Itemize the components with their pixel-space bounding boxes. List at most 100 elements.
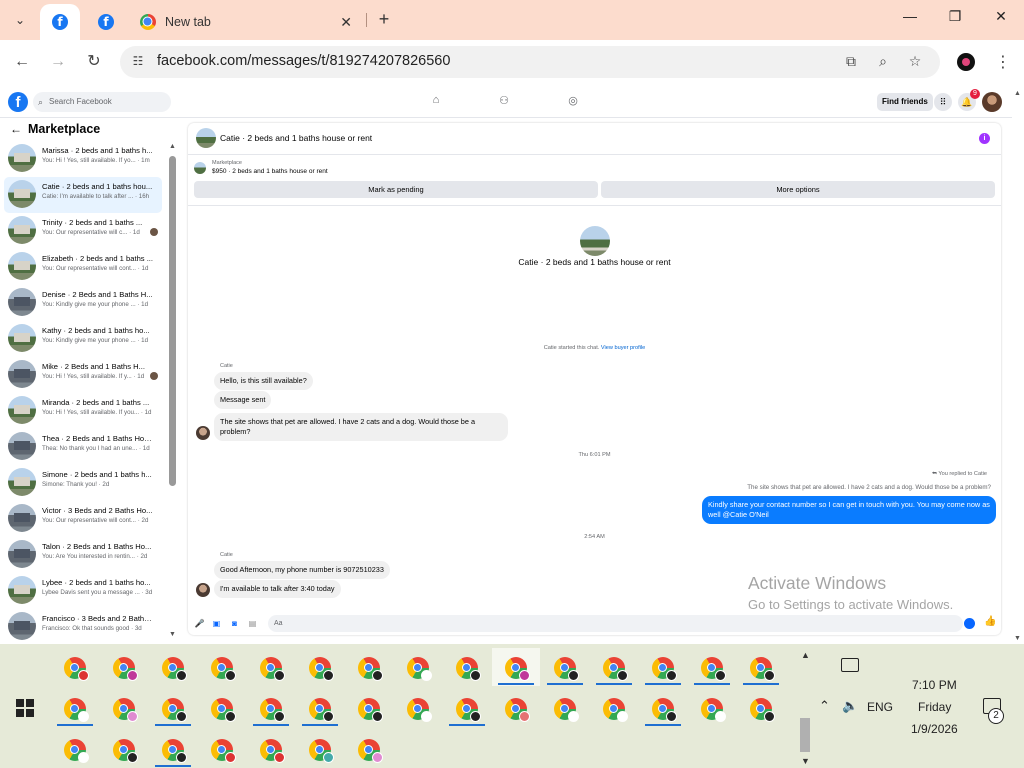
conversation-item[interactable]: Lybee · 2 beds and 1 baths ho... Lybee Da… — [4, 573, 162, 609]
page-scrollbar[interactable]: ▲ ▼ — [1012, 84, 1024, 644]
chrome-taskbar-icon[interactable] — [100, 689, 148, 727]
chrome-taskbar-icon[interactable] — [590, 648, 638, 686]
more-options-button[interactable]: More options — [601, 181, 995, 198]
taskbar-scroll-thumb[interactable] — [800, 718, 810, 752]
scroll-down-icon[interactable]: ▼ — [1014, 635, 1021, 642]
find-friends-button[interactable]: Find friends — [877, 93, 933, 111]
incoming-message[interactable]: Hello, is this still available? — [214, 372, 313, 390]
conversation-item[interactable]: Thea · 2 Beds and 1 Baths Hou... Thea: No… — [4, 429, 162, 465]
chrome-taskbar-icon[interactable] — [639, 689, 687, 727]
thumbs-up-icon[interactable]: 👍 — [984, 616, 996, 627]
sender-avatar[interactable] — [196, 583, 210, 597]
chrome-taskbar-icon[interactable] — [541, 689, 589, 727]
clock-time[interactable]: 7:10 PM — [912, 678, 957, 692]
bookmark-star-icon[interactable]: ☆ — [906, 53, 924, 71]
scroll-down-icon[interactable]: ▼ — [169, 631, 176, 638]
address-bar[interactable]: ☷ facebook.com/messages/t/81927420782656… — [120, 46, 940, 78]
scroll-up-icon[interactable]: ▲ — [169, 143, 176, 150]
chrome-taskbar-icon[interactable] — [688, 648, 736, 686]
conversation-item[interactable]: Denise · 2 Beds and 1 Baths H... You: Kin… — [4, 285, 162, 321]
close-icon[interactable]: ✕ — [340, 14, 352, 31]
conversation-item[interactable]: Talon · 2 Beds and 1 Baths Ho... You: Are… — [4, 537, 162, 573]
mark-pending-button[interactable]: Mark as pending — [194, 181, 598, 198]
tab-facebook[interactable]: f — [86, 4, 126, 40]
home-icon[interactable]: ⌂ — [428, 94, 444, 110]
groups-icon[interactable]: ◎ — [565, 94, 581, 110]
chrome-taskbar-icon[interactable] — [149, 689, 197, 727]
chrome-taskbar-icon[interactable] — [590, 689, 638, 727]
back-arrow-icon[interactable]: ← — [12, 52, 32, 72]
chrome-taskbar-icon[interactable] — [296, 730, 344, 768]
chrome-taskbar-icon[interactable] — [345, 730, 393, 768]
chrome-taskbar-icon[interactable] — [296, 689, 344, 727]
chrome-taskbar-icon[interactable] — [51, 648, 99, 686]
conversation-item[interactable]: Marissa · 2 beds and 1 baths h... You: Hi… — [4, 141, 162, 177]
chat-title[interactable]: Catie · 2 beds and 1 baths house or rent — [220, 133, 372, 143]
tab-search-chevron-icon[interactable]: ⌄ — [8, 8, 32, 32]
scroll-down-icon[interactable]: ▼ — [801, 756, 810, 766]
chrome-taskbar-icon[interactable] — [296, 648, 344, 686]
chrome-taskbar-icon[interactable] — [443, 648, 491, 686]
conversation-item[interactable]: Simone · 2 beds and 1 baths h... Simone: … — [4, 465, 162, 501]
chrome-taskbar-icon[interactable] — [639, 648, 687, 686]
chrome-taskbar-icon[interactable] — [737, 648, 785, 686]
clock-day[interactable]: Friday — [918, 700, 951, 714]
window-close-icon[interactable]: ✕ — [989, 8, 1013, 25]
chrome-taskbar-icon[interactable] — [198, 689, 246, 727]
show-hidden-icons-chevron-icon[interactable]: ⌃ — [819, 698, 830, 714]
photo-icon[interactable]: ▣ — [211, 618, 222, 629]
reload-icon[interactable]: ↻ — [84, 52, 104, 72]
chrome-taskbar-icon[interactable] — [51, 730, 99, 768]
extension-icon[interactable] — [957, 53, 975, 71]
chrome-taskbar-icon[interactable] — [198, 730, 246, 768]
incoming-message[interactable]: Message sent — [214, 391, 272, 409]
chrome-taskbar-icon[interactable] — [247, 648, 295, 686]
conversation-item[interactable]: Mike · 2 Beds and 1 Baths H... You: Hi ! … — [4, 357, 162, 393]
volume-icon[interactable]: 🔈 — [842, 698, 858, 714]
network-icon[interactable] — [841, 658, 859, 672]
zoom-icon[interactable]: ⌕ — [874, 53, 892, 71]
chrome-taskbar-icon[interactable] — [149, 730, 197, 768]
menu-grid-icon[interactable]: ⠿ — [934, 93, 952, 111]
url-text[interactable]: facebook.com/messages/t/819274207826560 — [157, 53, 450, 69]
language-indicator[interactable]: ENG — [867, 700, 893, 714]
friends-icon[interactable]: ⚇ — [496, 94, 512, 110]
facebook-logo-icon[interactable]: f — [8, 92, 28, 112]
chrome-taskbar-icon[interactable] — [100, 648, 148, 686]
incoming-message[interactable]: The site shows that pet are allowed. I h… — [214, 413, 508, 441]
sender-avatar[interactable] — [196, 426, 210, 440]
listing-thumbnail[interactable] — [194, 162, 206, 174]
chrome-taskbar-icon[interactable] — [345, 689, 393, 727]
chrome-taskbar-icon[interactable] — [198, 648, 246, 686]
listing-price[interactable]: $950 · 2 beds and 1 baths house or rent — [212, 168, 328, 175]
tab-facebook-active[interactable]: f — [40, 4, 80, 40]
clock-date[interactable]: 1/9/2026 — [911, 722, 958, 736]
emoji-icon[interactable] — [964, 618, 975, 629]
chrome-taskbar-icon[interactable] — [492, 648, 540, 686]
incoming-message[interactable]: I'm available to talk after 3:40 today — [214, 580, 341, 598]
chrome-taskbar-icon[interactable] — [394, 648, 442, 686]
chrome-taskbar-icon[interactable] — [247, 689, 295, 727]
forward-arrow-icon[interactable]: → — [48, 52, 68, 72]
facebook-search-input[interactable]: ⌕ Search Facebook — [33, 92, 171, 112]
view-buyer-profile-link[interactable]: View buyer profile — [601, 345, 645, 351]
minimize-icon[interactable]: — — [898, 8, 922, 24]
message-input[interactable]: Aa — [268, 615, 963, 632]
conversation-item[interactable]: Elizabeth · 2 beds and 1 baths ... You: O… — [4, 249, 162, 285]
chrome-taskbar-icon[interactable] — [541, 648, 589, 686]
back-arrow-icon[interactable]: ← — [10, 122, 22, 136]
chrome-taskbar-icon[interactable] — [492, 689, 540, 727]
chrome-taskbar-icon[interactable] — [345, 648, 393, 686]
chat-avatar[interactable] — [196, 128, 216, 148]
scroll-up-icon[interactable]: ▲ — [801, 650, 810, 660]
chrome-taskbar-icon[interactable] — [100, 730, 148, 768]
site-info-icon[interactable]: ☷ — [130, 54, 146, 70]
incoming-message[interactable]: Good Afternoon, my phone number is 90725… — [214, 561, 390, 579]
restore-icon[interactable]: ❐ — [943, 8, 967, 25]
gif-icon[interactable]: ▤ — [247, 618, 258, 629]
microphone-icon[interactable]: 🎤 — [194, 618, 205, 629]
outgoing-message[interactable]: Kindly share your contact number so I ca… — [702, 496, 996, 524]
conversation-item[interactable]: Catie · 2 beds and 1 baths hou... Catie: … — [4, 177, 162, 213]
chrome-taskbar-icon[interactable] — [149, 648, 197, 686]
chrome-taskbar-icon[interactable] — [394, 689, 442, 727]
